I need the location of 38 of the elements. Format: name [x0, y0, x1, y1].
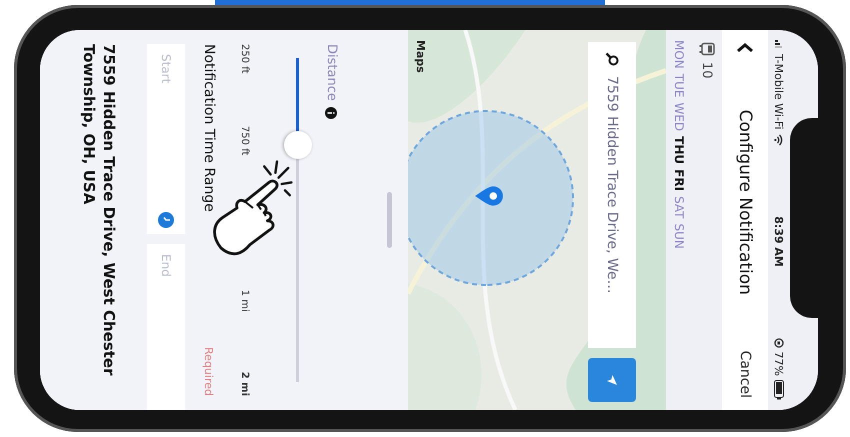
navigation-arrow-icon: [605, 373, 619, 387]
weekday-toggle[interactable]: SAT: [672, 196, 686, 219]
weekday-toggle[interactable]: FRI: [672, 169, 686, 192]
slider-tick-label: 750 ft: [239, 126, 250, 158]
search-field[interactable]: 7559 Hidden Trace Drive, We…: [588, 42, 636, 348]
locate-button[interactable]: [588, 358, 636, 402]
slider-tick-label: 250 ft: [239, 44, 250, 76]
screen-title: Configure Notification: [735, 110, 755, 295]
weekday-toggle[interactable]: THU: [672, 136, 686, 164]
cancel-button[interactable]: Cancel: [733, 346, 757, 402]
search-icon: [605, 52, 619, 66]
vehicle-number: 10: [700, 62, 714, 79]
weekday-toggle[interactable]: TUE: [672, 74, 686, 98]
clock-icon: [158, 212, 174, 228]
slider-thumb[interactable]: [284, 131, 312, 160]
slider-tick-label: 2 mi: [239, 372, 250, 396]
required-note: Required: [202, 347, 215, 396]
end-time-field[interactable]: End: [147, 244, 185, 410]
clock-time: 8:39 AM: [772, 216, 786, 267]
map-attribution: Maps: [414, 40, 427, 73]
drag-handle[interactable]: [387, 192, 392, 248]
battery-percent: 77%: [772, 352, 786, 376]
bus-icon: [699, 42, 715, 56]
address-text: 7559 Hidden Trace Drive, West Chester Township, OH, USA: [78, 44, 119, 378]
start-time-field[interactable]: Start: [147, 44, 185, 234]
info-icon: [326, 106, 338, 119]
weekday-toggle[interactable]: MON: [672, 40, 686, 69]
weekday-toggle[interactable]: WED: [672, 102, 686, 132]
slider-tick-label: 1 mi: [239, 290, 250, 314]
battery-icon: [774, 380, 784, 400]
wifi-icon: [774, 134, 784, 146]
weekday-toggle[interactable]: SUN: [672, 224, 686, 249]
rotation-lock-icon: [774, 338, 784, 348]
time-range-label: Notification Time Range: [201, 44, 217, 212]
carrier-text: T-Mobile Wi-Fi: [772, 54, 786, 130]
location-pin-icon: [474, 185, 504, 207]
signal-icon: [775, 40, 783, 50]
distance-label: Distance: [324, 44, 339, 101]
